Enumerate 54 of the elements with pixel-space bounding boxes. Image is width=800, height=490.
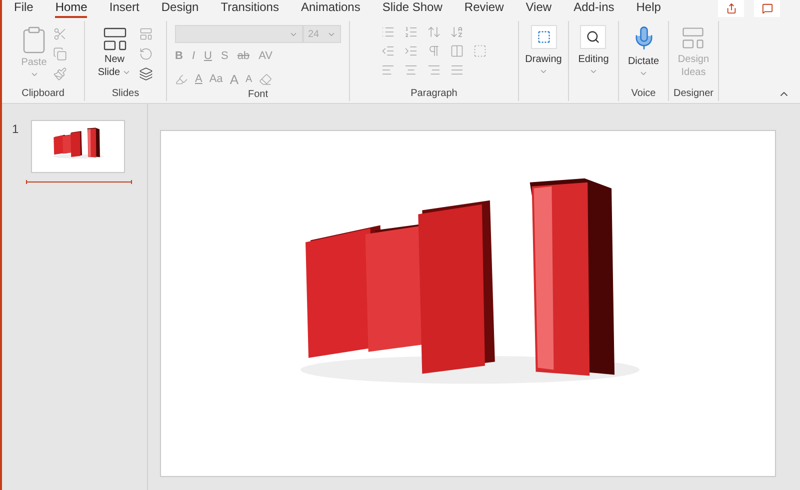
new-slide-button[interactable]: New Slide: [98, 25, 132, 81]
comments-button[interactable]: [754, 0, 780, 17]
paragraph-icon[interactable]: [427, 44, 441, 58]
group-label: Voice: [631, 89, 656, 99]
caret-icon: [588, 67, 598, 76]
ribbon-tab[interactable]: View: [526, 0, 552, 18]
eraser-icon[interactable]: [259, 72, 272, 86]
layout-icon[interactable]: [139, 27, 154, 41]
ribbon-tab[interactable]: Add-ins: [574, 0, 614, 18]
ribbon-tab[interactable]: Help: [636, 0, 661, 18]
editing-button[interactable]: Editing: [578, 25, 609, 76]
highlighter-icon[interactable]: [175, 72, 188, 86]
increase-indent-icon[interactable]: [404, 44, 418, 58]
decrease-indent-icon[interactable]: [381, 44, 395, 58]
slide-number: 1: [12, 121, 19, 138]
section-icon[interactable]: [139, 67, 154, 81]
align-center-icon[interactable]: [404, 63, 418, 77]
ribbon-tab[interactable]: Animations: [300, 0, 360, 18]
caret-icon: [30, 70, 38, 79]
align-right-icon[interactable]: [427, 63, 441, 77]
align-left-icon[interactable]: [381, 63, 395, 77]
group-label: Slides: [112, 89, 140, 99]
caret-icon: [539, 67, 548, 76]
group-label: Paragraph: [410, 89, 458, 99]
cut-icon[interactable]: [53, 27, 67, 41]
ribbon-tab[interactable]: Transitions: [220, 0, 279, 18]
group-label: Clipboard: [22, 89, 64, 99]
ribbon-tab[interactable]: Design: [161, 0, 199, 18]
font-name-field[interactable]: [175, 25, 303, 43]
ribbon-tab[interactable]: Insert: [109, 0, 140, 18]
justify-icon[interactable]: [450, 63, 464, 77]
text-direction-icon[interactable]: [450, 25, 464, 39]
caret-icon: [639, 69, 648, 78]
design-layout-icon: [680, 25, 706, 51]
ribbon-tab[interactable]: Slide Show: [382, 0, 442, 18]
ribbon-tab[interactable]: File: [14, 0, 34, 18]
format-painter-icon[interactable]: [53, 67, 67, 81]
search-icon: [586, 30, 600, 44]
group-label: Designer: [673, 89, 714, 99]
comment-icon: [762, 3, 772, 14]
numbering-icon[interactable]: [404, 25, 418, 39]
caret-icon: [122, 68, 132, 77]
group-label: Font: [248, 90, 268, 100]
reset-icon[interactable]: [139, 47, 154, 61]
copy-icon[interactable]: [53, 47, 67, 61]
ribbon-tab[interactable]: Review: [464, 0, 504, 18]
share-icon: [726, 3, 736, 14]
dictate-button[interactable]: Dictate: [628, 25, 660, 78]
align-text-icon[interactable]: [473, 44, 487, 58]
columns-icon[interactable]: [450, 44, 464, 58]
drawing-button[interactable]: Drawing: [525, 25, 562, 76]
share-button[interactable]: [718, 0, 744, 17]
line-spacing-icon[interactable]: [427, 25, 441, 39]
shapes-icon: [536, 30, 550, 44]
